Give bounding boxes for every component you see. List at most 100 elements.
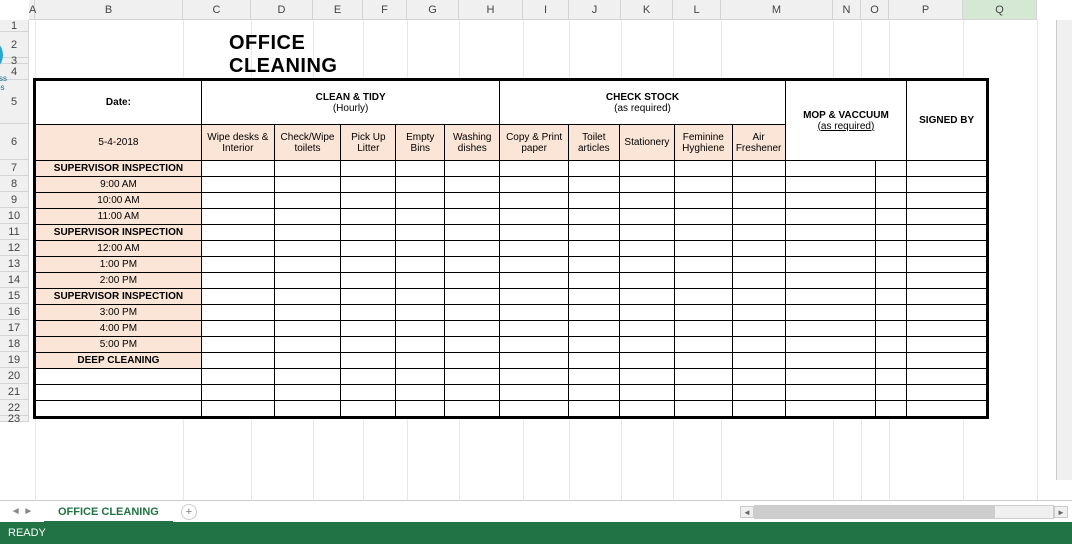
- cell[interactable]: [274, 273, 340, 289]
- col-header-B[interactable]: B: [35, 0, 183, 20]
- cell[interactable]: [568, 353, 619, 369]
- cell[interactable]: [568, 385, 619, 401]
- cell[interactable]: [675, 369, 733, 385]
- cell[interactable]: [445, 257, 500, 273]
- col-header-M[interactable]: M: [721, 0, 833, 20]
- cell[interactable]: [341, 385, 396, 401]
- cell[interactable]: [201, 209, 274, 225]
- cell[interactable]: [568, 161, 619, 177]
- cell[interactable]: [907, 353, 987, 369]
- cell[interactable]: [341, 401, 396, 417]
- cell[interactable]: [396, 273, 445, 289]
- cell[interactable]: [500, 241, 569, 257]
- cell[interactable]: [274, 177, 340, 193]
- cell[interactable]: [876, 177, 907, 193]
- cell[interactable]: [341, 321, 396, 337]
- cell[interactable]: [274, 193, 340, 209]
- blank-row[interactable]: [36, 401, 202, 417]
- cell[interactable]: [568, 193, 619, 209]
- cell[interactable]: [568, 209, 619, 225]
- time-row[interactable]: 10:00 AM: [36, 193, 202, 209]
- cell[interactable]: [274, 289, 340, 305]
- time-row[interactable]: 12:00 AM: [36, 241, 202, 257]
- row-header-18[interactable]: 18: [0, 336, 29, 352]
- cell[interactable]: [568, 273, 619, 289]
- cell[interactable]: [876, 209, 907, 225]
- cell[interactable]: [785, 289, 876, 305]
- time-row[interactable]: 4:00 PM: [36, 321, 202, 337]
- cell[interactable]: [445, 225, 500, 241]
- cell[interactable]: [907, 225, 987, 241]
- cell[interactable]: [785, 337, 876, 353]
- cell[interactable]: [568, 401, 619, 417]
- cell[interactable]: [619, 161, 674, 177]
- cell[interactable]: [500, 193, 569, 209]
- cell[interactable]: [396, 401, 445, 417]
- row-header-11[interactable]: 11: [0, 224, 29, 240]
- blank-row[interactable]: [36, 369, 202, 385]
- cell[interactable]: [907, 401, 987, 417]
- cell[interactable]: [396, 289, 445, 305]
- cell[interactable]: [907, 337, 987, 353]
- cell[interactable]: [675, 385, 733, 401]
- col-header-D[interactable]: D: [251, 0, 313, 20]
- row-header-7[interactable]: 7: [0, 160, 29, 176]
- cell[interactable]: [619, 305, 674, 321]
- cell[interactable]: [568, 305, 619, 321]
- date-value[interactable]: 5-4-2018: [36, 125, 202, 161]
- cell[interactable]: [341, 161, 396, 177]
- cell[interactable]: [732, 273, 785, 289]
- cell[interactable]: [876, 241, 907, 257]
- cell[interactable]: [274, 305, 340, 321]
- cell[interactable]: [732, 209, 785, 225]
- cell[interactable]: [675, 161, 733, 177]
- cell[interactable]: [732, 385, 785, 401]
- cell[interactable]: [732, 321, 785, 337]
- cell[interactable]: [500, 289, 569, 305]
- cell[interactable]: [876, 305, 907, 321]
- col-header-F[interactable]: F: [363, 0, 407, 20]
- row-header-23[interactable]: 23: [0, 416, 29, 422]
- cell[interactable]: [732, 161, 785, 177]
- cell[interactable]: [396, 241, 445, 257]
- cell[interactable]: [445, 193, 500, 209]
- cell[interactable]: [785, 321, 876, 337]
- cell[interactable]: [675, 273, 733, 289]
- cell[interactable]: [675, 241, 733, 257]
- col-header-G[interactable]: G: [407, 0, 459, 20]
- time-row[interactable]: 1:00 PM: [36, 257, 202, 273]
- cell[interactable]: [201, 289, 274, 305]
- cell[interactable]: [785, 401, 876, 417]
- cell[interactable]: [907, 289, 987, 305]
- cell[interactable]: [445, 305, 500, 321]
- cell[interactable]: [785, 241, 876, 257]
- cell[interactable]: [907, 161, 987, 177]
- supervisor-row[interactable]: SUPERVISOR INSPECTION: [36, 225, 202, 241]
- cell[interactable]: [201, 177, 274, 193]
- cell[interactable]: [568, 225, 619, 241]
- cell[interactable]: [445, 353, 500, 369]
- cell[interactable]: [500, 161, 569, 177]
- cell[interactable]: [876, 369, 907, 385]
- blank-row[interactable]: [36, 385, 202, 401]
- cell[interactable]: [445, 241, 500, 257]
- cell[interactable]: [396, 193, 445, 209]
- col-header-C[interactable]: C: [183, 0, 251, 20]
- cell[interactable]: [201, 193, 274, 209]
- supervisor-row[interactable]: SUPERVISOR INSPECTION: [36, 289, 202, 305]
- tab-nav-buttons[interactable]: ◄ ►: [0, 506, 44, 517]
- cell[interactable]: [500, 337, 569, 353]
- cell[interactable]: [907, 305, 987, 321]
- cell[interactable]: [500, 273, 569, 289]
- cell[interactable]: [396, 209, 445, 225]
- cell[interactable]: [619, 193, 674, 209]
- cell[interactable]: [341, 337, 396, 353]
- cell[interactable]: [876, 257, 907, 273]
- add-sheet-button[interactable]: +: [181, 504, 197, 520]
- cell[interactable]: [619, 337, 674, 353]
- cell[interactable]: [445, 289, 500, 305]
- cell[interactable]: [675, 193, 733, 209]
- row-header-9[interactable]: 9: [0, 192, 29, 208]
- cell[interactable]: [876, 353, 907, 369]
- cell[interactable]: [619, 225, 674, 241]
